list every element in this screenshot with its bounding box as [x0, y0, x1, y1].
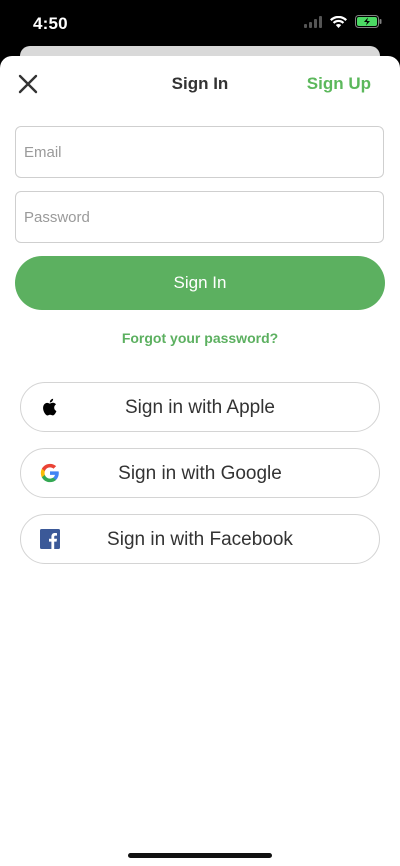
facebook-button-label: Sign in with Facebook: [107, 529, 293, 550]
email-field[interactable]: [15, 126, 384, 178]
nav-bar: Sign In Sign Up: [0, 56, 400, 112]
home-indicator: [128, 853, 272, 858]
battery-icon: [355, 15, 382, 33]
sign-in-with-google-button[interactable]: Sign in with Google: [20, 448, 380, 498]
sign-in-with-facebook-button[interactable]: Sign in with Facebook: [20, 514, 380, 564]
status-icons: [304, 15, 382, 33]
status-time: 4:50: [33, 14, 68, 33]
apple-button-label: Sign in with Apple: [125, 397, 275, 418]
sign-up-link[interactable]: Sign Up: [307, 74, 371, 94]
sign-in-button[interactable]: Sign In: [15, 256, 385, 310]
google-button-label: Sign in with Google: [118, 463, 282, 484]
forgot-password-link[interactable]: Forgot your password?: [0, 330, 400, 346]
status-bar: 4:50: [0, 0, 400, 48]
wifi-icon: [330, 15, 347, 33]
signal-icon: [304, 15, 322, 33]
password-field[interactable]: [15, 191, 384, 243]
sign-in-with-apple-button[interactable]: Sign in with Apple: [20, 382, 380, 432]
sign-in-sheet: Sign In Sign Up Sign In Forgot your pass…: [0, 56, 400, 866]
